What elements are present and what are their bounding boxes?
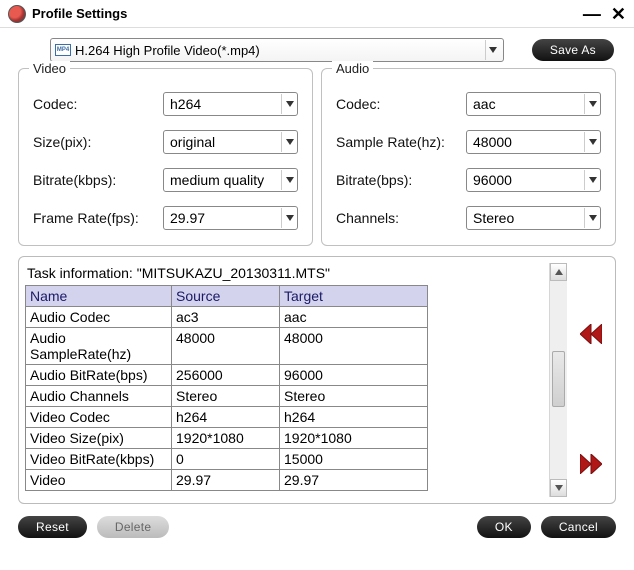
reset-button[interactable]: Reset bbox=[18, 516, 87, 538]
chevron-down-icon[interactable] bbox=[584, 208, 600, 228]
audio-channels-select[interactable]: Stereo bbox=[466, 206, 601, 230]
prev-task-button[interactable] bbox=[576, 321, 606, 347]
audio-codec-value: aac bbox=[473, 96, 584, 112]
audio-bitrate-label: Bitrate(bps): bbox=[336, 172, 466, 188]
audio-samplerate-select[interactable]: 48000 bbox=[466, 130, 601, 154]
video-bitrate-label: Bitrate(kbps): bbox=[33, 172, 163, 188]
audio-samplerate-label: Sample Rate(hz): bbox=[336, 134, 466, 150]
ok-button[interactable]: OK bbox=[477, 516, 531, 538]
chevron-down-icon[interactable] bbox=[584, 94, 600, 114]
profile-select[interactable]: MP4 H.264 High Profile Video(*.mp4) bbox=[50, 38, 504, 62]
chevron-down-icon[interactable] bbox=[281, 208, 297, 228]
audio-group: Audio Codec: aac Sample Rate(hz): 48000 … bbox=[321, 68, 616, 246]
table-row: Video Codech264h264 bbox=[26, 407, 428, 428]
chevron-down-icon[interactable] bbox=[584, 170, 600, 190]
chevron-down-icon[interactable] bbox=[281, 94, 297, 114]
video-codec-select[interactable]: h264 bbox=[163, 92, 298, 116]
next-task-button[interactable] bbox=[576, 451, 606, 477]
app-icon bbox=[8, 5, 26, 23]
scroll-thumb[interactable] bbox=[552, 351, 565, 407]
video-bitrate-select[interactable]: medium quality bbox=[163, 168, 298, 192]
task-info-panel: Task information: "MITSUKAZU_20130311.MT… bbox=[18, 256, 616, 504]
scroll-down-icon[interactable] bbox=[550, 479, 567, 497]
cancel-button[interactable]: Cancel bbox=[541, 516, 616, 538]
table-row: Audio Codecac3aac bbox=[26, 307, 428, 328]
save-as-button[interactable]: Save As bbox=[532, 39, 614, 61]
audio-codec-select[interactable]: aac bbox=[466, 92, 601, 116]
col-target: Target bbox=[280, 286, 428, 307]
table-row: Audio BitRate(bps)25600096000 bbox=[26, 365, 428, 386]
video-legend: Video bbox=[29, 61, 70, 76]
scroll-up-icon[interactable] bbox=[550, 263, 567, 281]
audio-legend: Audio bbox=[332, 61, 373, 76]
minimize-button[interactable]: — bbox=[583, 5, 601, 23]
audio-channels-label: Channels: bbox=[336, 210, 466, 226]
audio-bitrate-select[interactable]: 96000 bbox=[466, 168, 601, 192]
close-button[interactable]: ✕ bbox=[611, 5, 626, 23]
audio-codec-label: Codec: bbox=[336, 96, 466, 112]
video-bitrate-value: medium quality bbox=[170, 172, 281, 188]
mp4-icon: MP4 bbox=[55, 44, 71, 56]
video-framerate-label: Frame Rate(fps): bbox=[33, 210, 163, 226]
audio-bitrate-value: 96000 bbox=[473, 172, 584, 188]
table-row: Audio SampleRate(hz)4800048000 bbox=[26, 328, 428, 365]
video-framerate-value: 29.97 bbox=[170, 210, 281, 226]
task-info-table: Name Source Target Audio Codecac3aacAudi… bbox=[25, 285, 428, 491]
chevron-down-icon[interactable] bbox=[281, 132, 297, 152]
table-row: Audio ChannelsStereoStereo bbox=[26, 386, 428, 407]
scrollbar[interactable] bbox=[549, 263, 567, 497]
video-group: Video Codec: h264 Size(pix): original Bi… bbox=[18, 68, 313, 246]
video-codec-label: Codec: bbox=[33, 96, 163, 112]
chevron-down-icon[interactable] bbox=[485, 40, 501, 60]
profile-select-value: H.264 High Profile Video(*.mp4) bbox=[75, 43, 481, 58]
audio-samplerate-value: 48000 bbox=[473, 134, 584, 150]
chevron-down-icon[interactable] bbox=[281, 170, 297, 190]
col-source: Source bbox=[172, 286, 280, 307]
video-codec-value: h264 bbox=[170, 96, 281, 112]
video-size-value: original bbox=[170, 134, 281, 150]
col-name: Name bbox=[26, 286, 172, 307]
delete-button[interactable]: Delete bbox=[97, 516, 170, 538]
table-row: Video BitRate(kbps)015000 bbox=[26, 449, 428, 470]
video-framerate-select[interactable]: 29.97 bbox=[163, 206, 298, 230]
task-info-header: Task information: "MITSUKAZU_20130311.MT… bbox=[25, 263, 545, 285]
window-title: Profile Settings bbox=[32, 6, 573, 21]
table-row: Video29.9729.97 bbox=[26, 470, 428, 491]
video-size-label: Size(pix): bbox=[33, 134, 163, 150]
audio-channels-value: Stereo bbox=[473, 210, 584, 226]
table-row: Video Size(pix)1920*10801920*1080 bbox=[26, 428, 428, 449]
chevron-down-icon[interactable] bbox=[584, 132, 600, 152]
video-size-select[interactable]: original bbox=[163, 130, 298, 154]
